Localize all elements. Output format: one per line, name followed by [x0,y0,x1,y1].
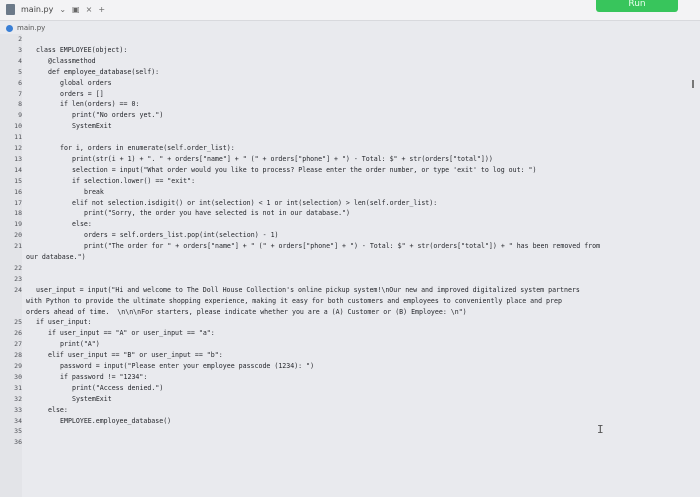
code-line[interactable]: selection = input("What order would you … [72,166,690,175]
code-line[interactable]: orders = [] [60,90,690,99]
file-tab[interactable]: main.py ⌄ ▣ × + [6,1,105,17]
code-line[interactable]: our database.") [26,253,690,262]
line-number: 17 [14,198,22,207]
code-editor[interactable]: 2 3 class EMPLOYEE(object): 4 @classmethod 5 d… [0,34,700,497]
code-line[interactable]: else: [48,406,690,415]
breadcrumb-file[interactable]: main.py [17,24,45,32]
code-line[interactable]: EMPLOYEE.employee_database() [60,417,690,426]
line-number: 10 [14,122,22,131]
line-number: 25 [14,318,22,327]
line-number: 12 [14,144,22,152]
code-line[interactable]: elif user_input == "B" or user_input == … [48,351,690,360]
code-line[interactable]: orders ahead of time. \n\n\nFor starters… [26,308,690,317]
line-number: 2 [18,35,22,43]
line-number: 20 [14,231,22,240]
line-number: 33 [14,405,22,414]
run-button[interactable]: Run [596,0,678,12]
code-line[interactable]: if password != "1234": [60,373,690,382]
line-number: 22 [14,263,22,272]
code-line[interactable]: orders = self.orders_list.pop(int(select… [84,231,690,240]
line-number: 13 [14,154,22,163]
code-line[interactable]: global orders [60,79,690,88]
line-number: 31 [14,383,22,392]
line-number: 36 [14,438,22,447]
code-line[interactable]: with Python to provide the ultimate shop… [26,297,690,306]
line-number: 30 [14,372,22,381]
code-line[interactable]: if user_input: [36,318,690,327]
chevron-down-icon[interactable]: ⌄ [59,5,66,14]
code-line[interactable]: break [84,188,690,197]
python-file-icon [6,3,15,15]
line-number: 34 [14,416,22,425]
line-number: 23 [14,274,22,283]
code-line[interactable]: if user_input == "A" or user_input == "a… [48,329,690,338]
split-view-icon[interactable]: ▣ [72,5,80,14]
line-number: 14 [14,165,22,174]
line-number: 28 [14,351,22,360]
code-line[interactable]: for i, orders in enumerate(self.order_li… [60,144,690,153]
line-number: 8 [18,100,22,109]
line-number: 4 [18,56,22,65]
close-icon[interactable]: × [86,5,93,14]
line-number: 15 [14,176,22,185]
new-tab-button[interactable]: + [98,5,105,14]
line-number: 9 [18,111,22,120]
code-line[interactable]: SystemExit [72,395,690,404]
line-number: 3 [18,45,22,54]
line-number: 18 [14,209,22,218]
line-number: 29 [14,362,22,370]
line-number: 32 [14,394,22,403]
code-line[interactable]: print("Access denied.") [72,384,690,393]
tab-bar: main.py ⌄ ▣ × + Run [0,0,700,21]
code-line[interactable]: password = input("Please enter your empl… [60,362,690,371]
line-number: 7 [18,89,22,98]
tab-filename: main.py [21,4,54,14]
code-line[interactable]: if selection.lower() == "exit": [72,177,690,186]
code-line[interactable]: print("Sorry, the order you have selecte… [84,209,690,218]
scrollbar-marker[interactable] [692,80,694,88]
line-number: 5 [18,67,22,76]
code-line[interactable]: class EMPLOYEE(object): [36,46,690,55]
line-number: 21 [14,242,22,251]
code-line[interactable]: def employee_database(self): [48,68,690,77]
code-line[interactable]: user_input = input("Hi and welcome to Th… [36,286,690,295]
code-line[interactable]: print("No orders yet.") [72,111,690,120]
line-number: 19 [14,220,22,229]
code-line[interactable]: print(str(i + 1) + ". " + orders["name"]… [72,155,690,164]
code-line[interactable]: SystemExit [72,122,690,131]
code-line[interactable]: @classmethod [48,57,690,66]
code-line[interactable]: print("A") [60,340,690,349]
code-line[interactable]: if len(orders) == 0: [60,100,690,109]
line-number: 16 [14,187,22,196]
code-line[interactable]: print("The order for " + orders["name"] … [84,242,690,251]
breadcrumb: main.py [6,22,45,34]
line-number: 27 [14,340,22,349]
line-number: 24 [14,285,22,294]
python-logo-icon [6,24,13,32]
code-line[interactable]: else: [72,220,690,229]
line-number: 26 [14,329,22,338]
line-number: 11 [14,133,22,142]
line-number: 6 [18,78,22,87]
line-number: 35 [14,427,22,436]
text-cursor-icon: I [597,423,604,436]
code-line[interactable]: elif not selection.isdigit() or int(sele… [72,199,690,208]
